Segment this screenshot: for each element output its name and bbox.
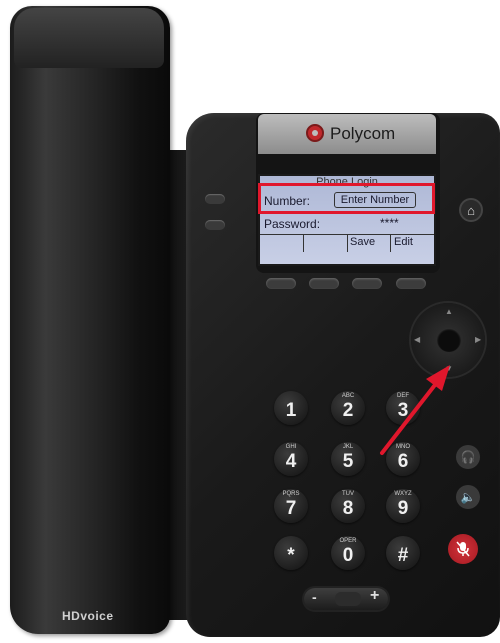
home-button[interactable]: ⌂ — [459, 198, 483, 222]
key-digit: 0 — [342, 545, 354, 566]
speaker-icon: 🔈 — [460, 490, 476, 504]
key-digit: # — [397, 545, 409, 566]
key-letters: PQRS — [282, 491, 300, 497]
home-icon: ⌂ — [467, 202, 475, 218]
key-1[interactable]: 1 — [274, 391, 308, 425]
key-digit: 7 — [285, 498, 297, 519]
key-letters: TUV — [342, 491, 354, 497]
softkey-button-1[interactable] — [266, 278, 296, 289]
key-digit: 1 — [285, 400, 297, 421]
volume-center — [335, 592, 361, 606]
key-8[interactable]: TUV 8 — [331, 489, 365, 523]
password-field[interactable]: **** — [380, 216, 399, 230]
key-letters: ABC — [341, 393, 355, 399]
password-label: Password: — [264, 217, 321, 231]
key-9[interactable]: WXYZ 9 — [386, 489, 420, 523]
key-digit: 4 — [285, 451, 297, 472]
softkey-label-edit: Edit — [394, 236, 413, 248]
key-digit: 8 — [342, 498, 354, 519]
key-letters: WXYZ — [394, 491, 412, 497]
line-key-1[interactable] — [205, 194, 225, 204]
key-digit: 9 — [397, 498, 409, 519]
softkey-divider — [303, 234, 304, 252]
nav-up-icon: ▲ — [445, 307, 453, 316]
select-button[interactable] — [437, 328, 461, 352]
softkey-divider — [390, 234, 391, 252]
softkey-button-2[interactable] — [309, 278, 339, 289]
key-letters: JKL — [342, 444, 354, 450]
speaker-button[interactable]: 🔈 — [456, 485, 480, 509]
key-4[interactable]: GHI 4 — [274, 442, 308, 476]
volume-up-button[interactable]: + — [370, 587, 379, 605]
key-0[interactable]: OPER 0 — [331, 536, 365, 570]
nav-right-icon: ▶ — [475, 335, 482, 344]
hdvoice-badge: HDvoice — [62, 609, 114, 623]
key-2[interactable]: ABC 2 — [331, 391, 365, 425]
softkey-button-save[interactable] — [352, 278, 382, 289]
microphone-mute-icon — [456, 541, 470, 557]
polycom-logo-icon — [306, 124, 324, 142]
nav-left-icon: ◀ — [414, 335, 421, 344]
softkey-divider — [347, 234, 348, 252]
softkey-button-edit[interactable] — [396, 278, 426, 289]
mute-button[interactable] — [448, 534, 478, 564]
brand-logo-text: Polycom — [330, 124, 396, 143]
handset-earpiece — [14, 8, 164, 68]
key-pound[interactable]: # — [386, 536, 420, 570]
key-5[interactable]: JKL 5 — [331, 442, 365, 476]
highlight-box — [258, 183, 435, 214]
key-star[interactable]: * — [274, 536, 308, 570]
key-letters: GHI — [285, 444, 297, 450]
key-digit: 5 — [342, 451, 354, 472]
volume-down-button[interactable]: - — [312, 589, 317, 605]
softkey-label-save: Save — [350, 236, 376, 248]
handset[interactable] — [10, 6, 170, 634]
key-digit: * — [287, 545, 295, 566]
annotation-arrow — [380, 365, 450, 455]
key-digit: 2 — [342, 400, 354, 421]
key-7[interactable]: PQRS 7 — [274, 489, 308, 523]
key-letters: OPER — [339, 538, 357, 544]
line-key-2[interactable] — [205, 220, 225, 230]
